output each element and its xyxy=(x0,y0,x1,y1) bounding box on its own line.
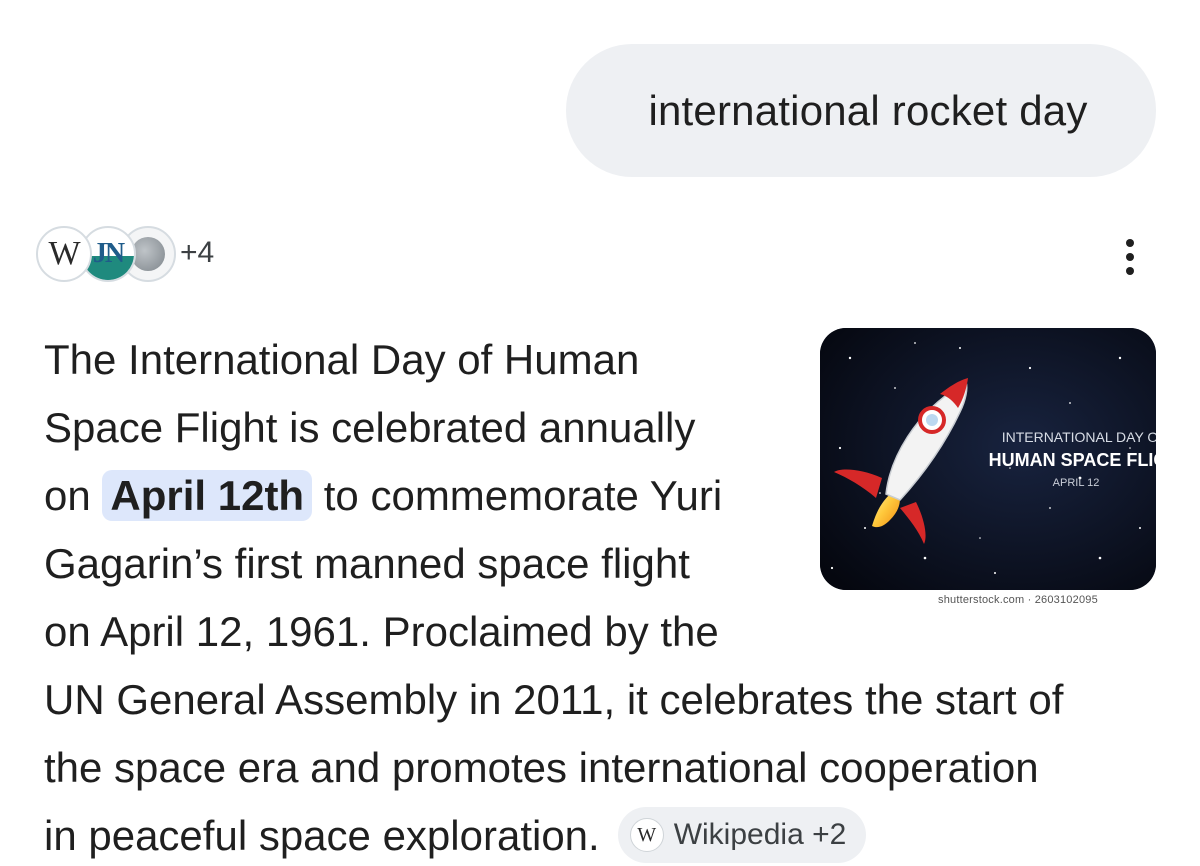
star xyxy=(894,387,896,389)
wikipedia-logo-text: W xyxy=(48,235,80,272)
star xyxy=(959,347,961,349)
rocket-image-card[interactable]: INTERNATIONAL DAY O HUMAN SPACE FLIG APR… xyxy=(820,328,1156,590)
answer-line: in peaceful space exploration. W Wikipedia… xyxy=(44,802,1063,866)
answer-text-segment: in peaceful space exploration. xyxy=(44,812,600,859)
answer-line: on April 12, 1961. Proclaimed by the xyxy=(44,608,719,655)
star xyxy=(1118,356,1122,360)
star xyxy=(838,446,842,450)
star xyxy=(1129,447,1131,449)
menu-dot xyxy=(1126,267,1134,275)
globe-icon xyxy=(131,237,165,271)
user-query-text: international rocket day xyxy=(648,86,1088,134)
rocket-window-glass xyxy=(926,414,938,426)
jn-logo-text: JN xyxy=(92,238,125,269)
answer-line: the space era and promotes international… xyxy=(44,744,1039,791)
sources-row[interactable]: W JN +4 xyxy=(36,222,214,284)
star xyxy=(830,566,834,570)
star xyxy=(1028,366,1032,370)
star xyxy=(979,537,981,539)
star xyxy=(923,556,927,560)
more-sources-count[interactable]: +4 xyxy=(180,236,214,270)
answer-line: UN General Assembly in 2011, it celebrat… xyxy=(44,676,1064,723)
star xyxy=(864,527,866,529)
citation-label: Wikipedia +2 xyxy=(673,817,847,851)
source-avatars[interactable]: W JN xyxy=(36,222,176,284)
answer-text-segment: on xyxy=(44,472,103,519)
image-date: APRIL 12 xyxy=(1053,477,1100,489)
more-vert-icon[interactable] xyxy=(1110,232,1150,282)
image-title-line-1: INTERNATIONAL DAY O xyxy=(1002,429,1156,445)
menu-dot xyxy=(1126,253,1134,261)
star xyxy=(879,492,881,494)
star xyxy=(1098,556,1102,560)
wikipedia-icon: W xyxy=(629,817,664,852)
star xyxy=(1049,507,1051,509)
star xyxy=(1139,527,1141,529)
star xyxy=(914,342,916,344)
user-query-bubble: international rocket day xyxy=(566,44,1156,177)
menu-dot xyxy=(1126,239,1134,247)
star xyxy=(848,356,852,360)
ai-answer-page: international rocket day W JN +4 The Int… xyxy=(0,0,1200,866)
star xyxy=(1069,402,1071,404)
wikipedia-source-avatar[interactable]: W xyxy=(36,226,92,282)
rocket-illustration: INTERNATIONAL DAY O HUMAN SPACE FLIG APR… xyxy=(820,328,1156,590)
star xyxy=(994,572,996,574)
image-title-line-2: HUMAN SPACE FLIG xyxy=(989,450,1156,470)
wikipedia-citation-chip[interactable]: W Wikipedia +2 xyxy=(617,806,867,863)
answer-text-segment: to commemorate Yuri xyxy=(312,472,723,519)
highlighted-date[interactable]: April 12th xyxy=(102,470,313,521)
image-watermark: shutterstock.com · 2603102095 xyxy=(938,594,1098,606)
